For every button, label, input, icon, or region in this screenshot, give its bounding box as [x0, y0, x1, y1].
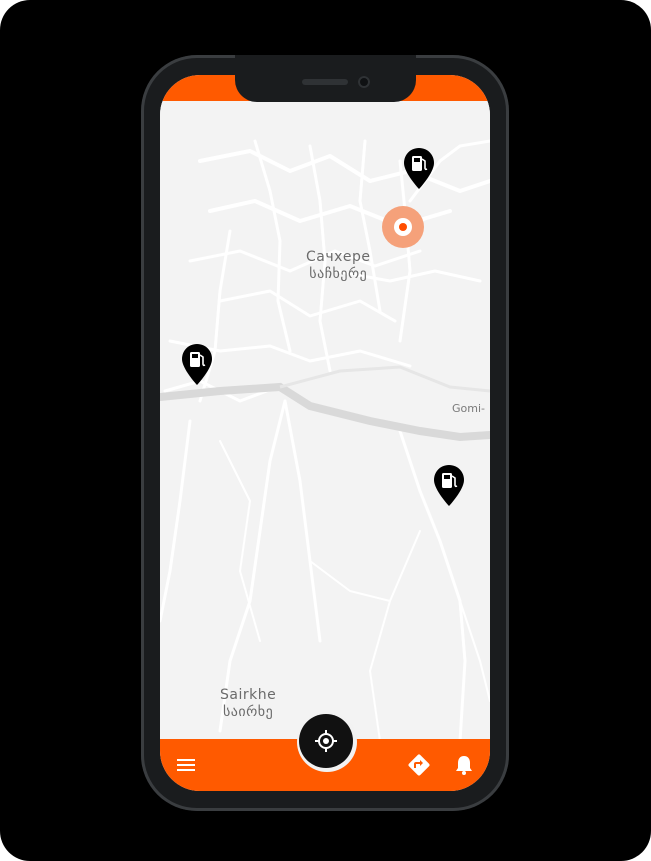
map-roads	[160, 139, 490, 741]
fuel-pin-north[interactable]	[403, 147, 435, 191]
hamburger-menu-icon[interactable]	[173, 752, 199, 778]
directions-icon[interactable]	[406, 752, 432, 778]
current-location-dot	[394, 218, 412, 236]
bell-icon[interactable]	[451, 752, 477, 778]
app-screen: Сачхере საჩხერე Sairkhe საირხე Gomi-	[160, 75, 490, 791]
fuel-pin-west[interactable]	[181, 343, 213, 387]
front-camera	[358, 76, 370, 88]
fuel-pin-east[interactable]	[433, 464, 465, 508]
current-location-marker	[382, 206, 424, 248]
crosshair-locate-icon	[315, 730, 337, 752]
place-label-sachkhere: Сачхере საჩხერე	[306, 249, 371, 282]
road-label-gomi: Gomi-	[452, 402, 485, 415]
locate-me-button[interactable]	[299, 714, 353, 768]
phone-speaker	[302, 79, 348, 85]
place-label-sairkhe: Sairkhe საირხე	[220, 687, 277, 720]
map-view[interactable]: Сачхере საჩხერე Sairkhe საირხე Gomi-	[160, 101, 490, 741]
